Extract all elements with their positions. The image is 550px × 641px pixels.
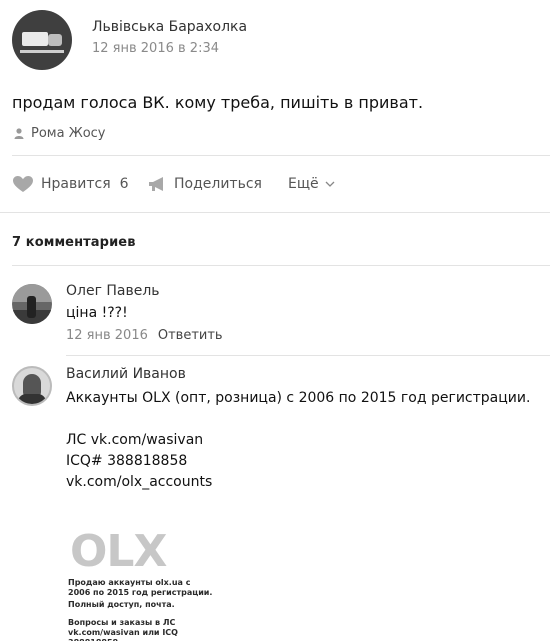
comment-text: ціна !??! — [66, 305, 128, 321]
post-signer[interactable]: Рома Жосу — [14, 126, 106, 141]
post-author-name[interactable]: Львівська Барахолка — [92, 19, 247, 35]
chevron-down-icon — [325, 181, 335, 187]
like-count: 6 — [119, 176, 129, 192]
comment-avatar[interactable] — [12, 366, 52, 406]
megaphone-icon — [149, 177, 163, 191]
divider — [66, 355, 550, 356]
signer-name: Рома Жосу — [31, 126, 106, 141]
comment-author[interactable]: Олег Павель — [66, 283, 160, 299]
comment-date[interactable]: 12 янв 2016 — [66, 328, 148, 343]
comment-avatar[interactable] — [12, 284, 52, 324]
image-caption: Полный доступ, почта. — [68, 600, 175, 609]
more-label: Ещё — [288, 176, 319, 192]
avatar-graphic — [27, 296, 36, 318]
like-label: Нравится — [41, 176, 111, 192]
image-caption: Продаю аккаунты olx.ua с 2006 по 2015 го… — [68, 578, 213, 597]
attached-image[interactable]: OLX Продаю аккаунты olx.ua с 2006 по 201… — [66, 520, 216, 641]
comment-meta: 12 янв 2016 Ответить — [66, 328, 223, 343]
comment-text: Аккаунты OLX (опт, розница) с 2006 по 20… — [66, 388, 530, 493]
post-date[interactable]: 12 янв 2016 в 2:34 — [92, 41, 219, 56]
person-icon — [14, 128, 24, 139]
post-text: продам голоса ВК. кому треба, пишіть в п… — [12, 93, 424, 112]
avatar-graphic — [22, 32, 48, 46]
group-avatar[interactable] — [12, 10, 72, 70]
avatar-graphic — [20, 50, 64, 53]
comments-count: 7 комментариев — [12, 235, 136, 250]
avatar-graphic — [18, 394, 46, 404]
comment-link[interactable]: ЛС vk.com/wasivan — [66, 430, 530, 451]
comment-line-blank — [66, 409, 530, 430]
divider — [12, 265, 550, 266]
image-caption: Вопросы и заказы в ЛС vk.com/wasivan или… — [68, 618, 178, 641]
more-button[interactable]: Ещё — [288, 172, 335, 196]
comment-line: Аккаунты OLX (опт, розница) с 2006 по 20… — [66, 390, 531, 406]
heart-icon — [13, 176, 33, 192]
share-button[interactable]: Поделиться — [148, 172, 262, 196]
share-label: Поделиться — [174, 176, 262, 192]
comment-author[interactable]: Василий Иванов — [66, 366, 186, 382]
divider — [0, 212, 550, 213]
reply-button[interactable]: Ответить — [158, 328, 223, 343]
avatar-graphic — [48, 34, 62, 46]
divider — [12, 155, 550, 156]
comment-line: ICQ# 388818858 — [66, 453, 188, 469]
olx-logo: OLX — [70, 526, 167, 577]
comment-link[interactable]: vk.com/olx_accounts — [66, 472, 530, 493]
like-button[interactable]: Нравится 6 — [12, 172, 129, 196]
